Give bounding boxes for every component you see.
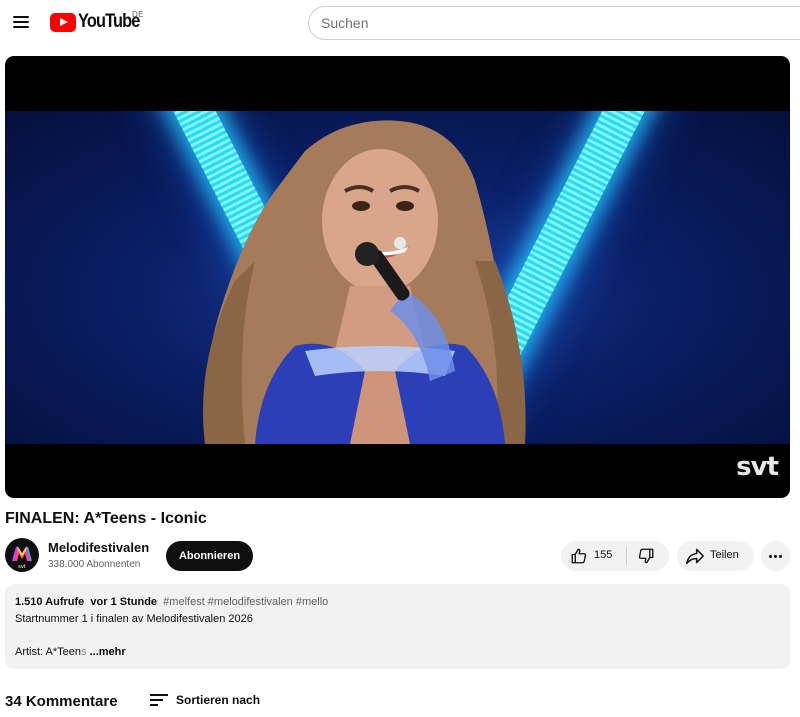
youtube-play-icon [50, 12, 76, 32]
upload-time: vor 1 Stunde [90, 596, 158, 608]
comments-count: 34 Kommentare [5, 693, 118, 710]
video-frame [5, 111, 790, 444]
like-button[interactable]: 155 [561, 541, 625, 571]
more-actions-button[interactable] [761, 541, 790, 571]
sort-label: Sortieren nach [176, 693, 261, 707]
like-count: 155 [594, 549, 613, 561]
share-button[interactable]: Teilen [677, 541, 754, 571]
performer-image [203, 120, 526, 444]
masthead: YouTube DE [0, 0, 800, 46]
menu-icon[interactable] [9, 10, 33, 34]
channel-avatar[interactable]: svt [5, 538, 39, 572]
thumbs-down-icon [638, 548, 654, 564]
melodifestivalen-logo-icon: svt [12, 546, 32, 570]
country-code: DE [132, 10, 144, 19]
more-dots-icon [769, 554, 772, 558]
description-line-artist: Artist: A*Teens ...mehr [15, 646, 126, 658]
artist-text: Artist: A*Teen [15, 646, 82, 658]
artist-text-fade: s [81, 646, 87, 658]
share-label: Teilen [710, 549, 739, 561]
show-more-link[interactable]: ...mehr [90, 646, 126, 658]
more-dot [779, 554, 782, 558]
channel-name[interactable]: Melodifestivalen [48, 540, 149, 555]
description-box[interactable]: 1.510 Aufrufe vor 1 Stunde #melfest #mel… [5, 584, 790, 669]
description-line: Startnummer 1 i finalen av Melodifestiva… [15, 613, 253, 625]
dislike-button[interactable] [627, 541, 669, 571]
sort-comments-button[interactable]: Sortieren nach [150, 690, 260, 710]
avatar-label: svt [18, 564, 26, 570]
description-meta: 1.510 Aufrufe vor 1 Stunde #melfest #mel… [15, 596, 328, 608]
subscribe-button[interactable]: Abonnieren [166, 541, 253, 571]
thumbs-up-icon [571, 548, 587, 564]
subscriber-count: 338.000 Abonnenten [48, 559, 141, 570]
hashtags[interactable]: #melfest #melodifestivalen #mello [163, 596, 328, 608]
video-player[interactable]: svt [5, 56, 790, 498]
sort-icon [150, 693, 168, 707]
view-count: 1.510 Aufrufe [15, 596, 85, 608]
share-icon [686, 548, 704, 565]
logo-text: YouTube [78, 11, 140, 32]
video-title: FINALEN: A*Teens - Iconic [5, 510, 207, 527]
like-dislike-group: 155 [561, 541, 669, 571]
search-input[interactable] [321, 7, 791, 39]
search-box[interactable] [308, 6, 800, 40]
svt-watermark: svt [736, 452, 779, 482]
more-dot [774, 554, 777, 558]
